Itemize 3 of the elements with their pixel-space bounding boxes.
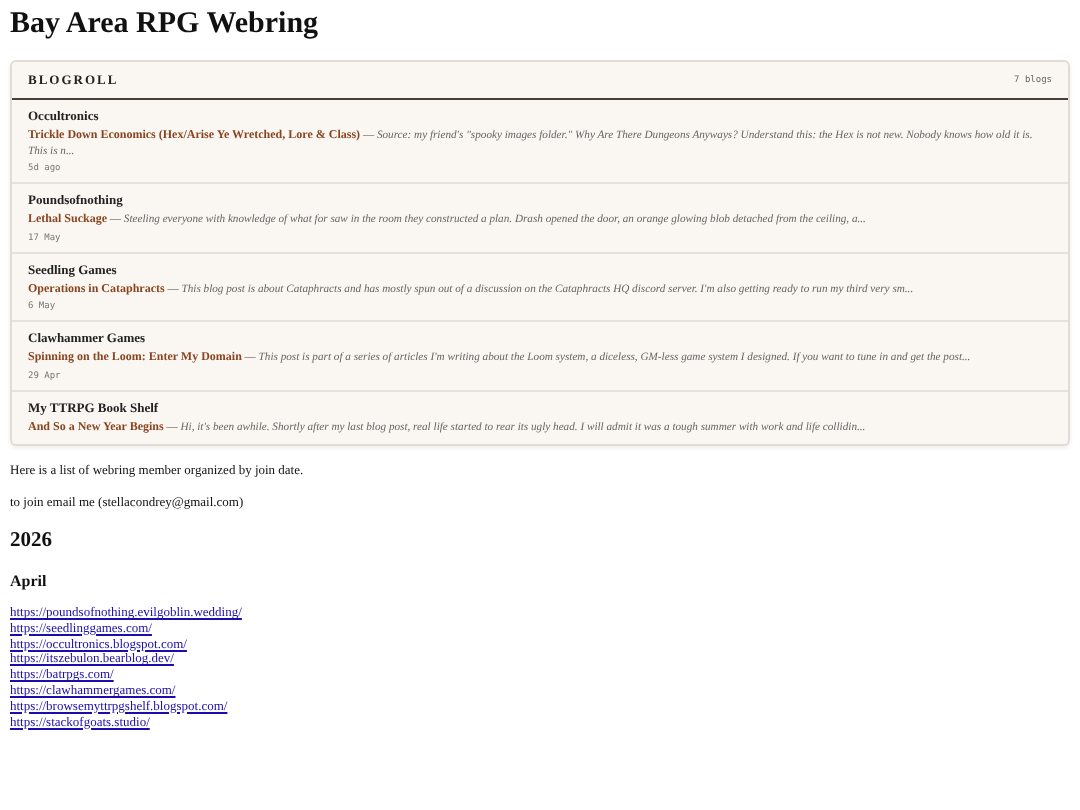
year-heading: 2026: [10, 530, 54, 552]
month-heading: April: [10, 572, 49, 590]
page-title: Bay Area RPG Webring: [10, 8, 321, 42]
